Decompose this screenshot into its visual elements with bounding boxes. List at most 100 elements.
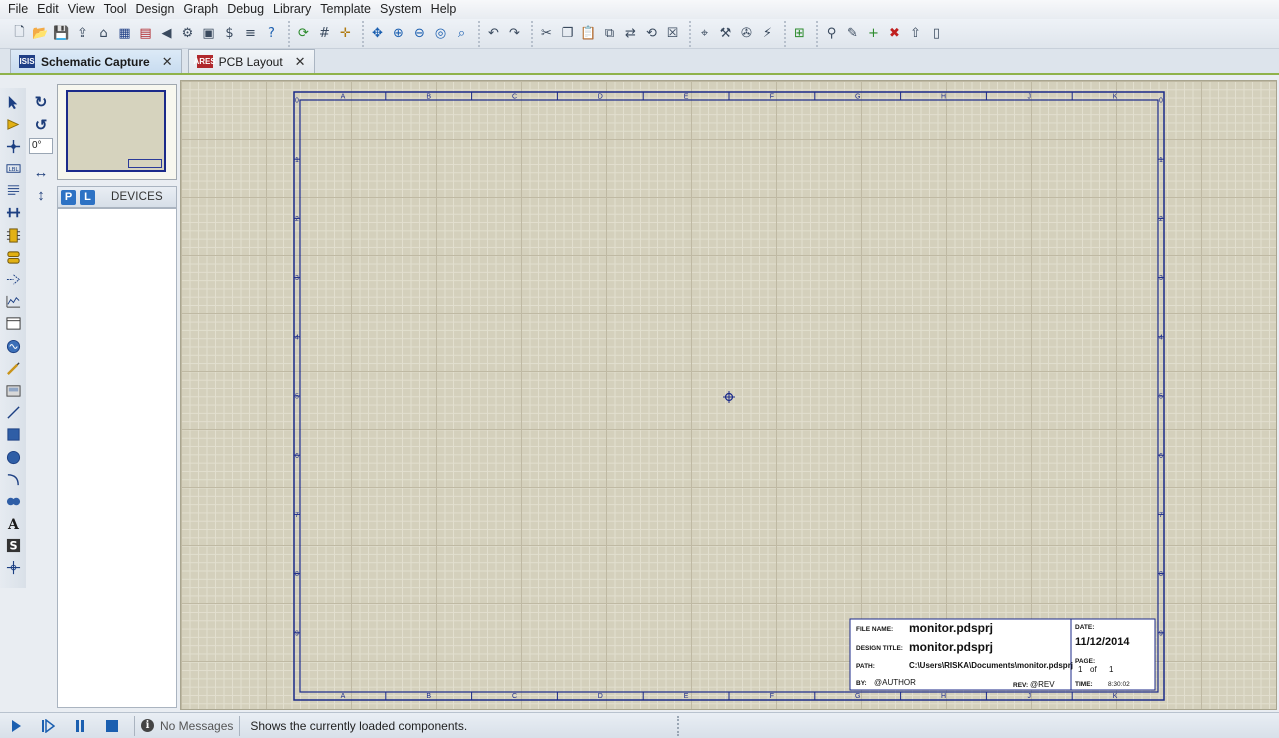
text-mode-button[interactable]: A xyxy=(3,514,23,534)
menu-debug[interactable]: Debug xyxy=(223,0,268,19)
tab-pcb-layout[interactable]: ARES PCB Layout ✕ xyxy=(187,49,315,73)
pick-devices-button[interactable]: P xyxy=(61,189,76,205)
decompose-button[interactable]: ⚡ xyxy=(758,23,778,45)
undo-button[interactable]: ↶ xyxy=(484,23,504,45)
devices-list[interactable] xyxy=(57,208,177,708)
zoom-in-button[interactable]: ⊕ xyxy=(389,23,409,45)
block-delete-button[interactable]: ☒ xyxy=(663,23,683,45)
selection-mode-button[interactable] xyxy=(3,92,23,112)
pick-device-button[interactable]: ⌖ xyxy=(695,23,715,45)
generator-mode-button[interactable] xyxy=(3,336,23,356)
menu-design[interactable]: Design xyxy=(132,0,179,19)
pause-button[interactable] xyxy=(64,715,96,737)
tab-schematic-capture[interactable]: ISIS Schematic Capture ✕ xyxy=(10,49,182,73)
line-mode-button[interactable] xyxy=(3,403,23,423)
close-icon[interactable]: ✕ xyxy=(295,54,306,70)
component-mode-button[interactable] xyxy=(3,114,23,134)
chip-button[interactable]: ▣ xyxy=(199,23,219,45)
voltage-probe-mode-button[interactable] xyxy=(3,358,23,378)
text-script-mode-button[interactable] xyxy=(3,181,23,201)
open-folder-button[interactable]: 📂 xyxy=(31,23,51,45)
package-tool-button[interactable]: ✇ xyxy=(737,23,757,45)
graph-mode-button[interactable] xyxy=(3,292,23,312)
schematic-canvas[interactable]: A A B B C C D D E E F F G G H H J J K K 0 0 1 1 2 2 3 3 4 4 5 5 6 6 7 7 8 8 9 9… xyxy=(180,80,1277,710)
search-button[interactable]: ⚲ xyxy=(822,23,842,45)
zoom-out-button[interactable]: ⊖ xyxy=(410,23,430,45)
block-move-button[interactable]: ⇄ xyxy=(621,23,641,45)
overview-window[interactable] xyxy=(57,84,177,180)
menu-help[interactable]: Help xyxy=(427,0,461,19)
wire-label-mode-button[interactable]: LBL xyxy=(3,159,23,179)
new-file-button[interactable]: 🗋 xyxy=(10,23,30,45)
new-sheet-button[interactable]: + xyxy=(864,23,884,45)
block-rotate-button[interactable]: ⟲ xyxy=(642,23,662,45)
arc-mode-button[interactable] xyxy=(3,469,23,489)
home-button[interactable]: ⌂ xyxy=(94,23,114,45)
row-label-right: 9 xyxy=(1159,630,1163,637)
row-label-left: 9 xyxy=(295,630,299,637)
menu-template[interactable]: Template xyxy=(316,0,375,19)
path-mode-button[interactable] xyxy=(3,491,23,511)
paste-button[interactable]: 📋 xyxy=(579,23,599,45)
remove-sheet-button[interactable]: ✖ xyxy=(885,23,905,45)
row-label-left: 2 xyxy=(295,216,299,223)
stop-button[interactable] xyxy=(96,715,128,737)
bom-button[interactable]: $ xyxy=(220,23,240,45)
zoom-area-button[interactable]: ⌕ xyxy=(452,23,472,45)
isis-button[interactable]: ▦ xyxy=(115,23,135,45)
symbol-mode-button[interactable]: S xyxy=(3,536,23,556)
import-button[interactable]: ⇪ xyxy=(73,23,93,45)
grid-button[interactable]: # xyxy=(315,23,335,45)
import-icon: ⇪ xyxy=(77,26,88,41)
box-mode-button[interactable] xyxy=(3,425,23,445)
mirror-x-button[interactable]: ↔ xyxy=(31,162,51,182)
property-tool-button[interactable]: ✎ xyxy=(843,23,863,45)
make-device-button[interactable]: ⚒ xyxy=(716,23,736,45)
menu-edit[interactable]: Edit xyxy=(33,0,63,19)
cut-button[interactable]: ✂ xyxy=(537,23,557,45)
column-label-bottom: E xyxy=(684,693,689,700)
menu-view[interactable]: View xyxy=(64,0,99,19)
back-button[interactable]: ◀ xyxy=(157,23,177,45)
menu-tool[interactable]: Tool xyxy=(100,0,131,19)
exit-parent-button[interactable]: ⇧ xyxy=(906,23,926,45)
menu-graph[interactable]: Graph xyxy=(179,0,222,19)
marker-mode-button[interactable] xyxy=(3,558,23,578)
wire-autorouter-button[interactable]: ⊞ xyxy=(790,23,810,45)
block-copy-button[interactable]: ⧉ xyxy=(600,23,620,45)
save-button[interactable]: 💾 xyxy=(52,23,72,45)
origin-button[interactable]: ✛ xyxy=(336,23,356,45)
component-button[interactable]: ⚙ xyxy=(178,23,198,45)
close-icon[interactable]: ✕ xyxy=(162,54,173,70)
play-button[interactable] xyxy=(0,715,32,737)
rotate-ccw-icon: ↺ xyxy=(34,117,48,134)
redo-button[interactable]: ↷ xyxy=(505,23,525,45)
step-button[interactable] xyxy=(32,715,64,737)
library-manager-button[interactable]: L xyxy=(80,189,95,205)
file-name-label: FILE NAME: xyxy=(856,626,893,633)
menu-library[interactable]: Library xyxy=(269,0,315,19)
bus-mode-button[interactable] xyxy=(3,203,23,223)
rotate-anticlockwise-button[interactable]: ↺ xyxy=(31,115,51,135)
ares-button[interactable]: ▤ xyxy=(136,23,156,45)
pan-button[interactable]: ✥ xyxy=(368,23,388,45)
refresh-button[interactable]: ⟳ xyxy=(294,23,314,45)
help-button[interactable]: ? xyxy=(262,23,282,45)
junction-mode-button[interactable] xyxy=(3,136,23,156)
menu-file[interactable]: File xyxy=(4,0,32,19)
terminals-mode-button[interactable] xyxy=(3,247,23,267)
circle-mode-button[interactable] xyxy=(3,447,23,467)
netlist-button[interactable]: ≡ xyxy=(241,23,261,45)
message-indicator[interactable]: i No Messages xyxy=(141,719,233,733)
rotation-angle-input[interactable]: 0° xyxy=(29,138,53,154)
menu-system[interactable]: System xyxy=(376,0,426,19)
rotate-clockwise-button[interactable]: ↻ xyxy=(31,92,51,112)
zoom-all-button[interactable]: ◎ xyxy=(431,23,451,45)
report-button[interactable]: ▯ xyxy=(927,23,947,45)
tape-recorder-mode-button[interactable] xyxy=(3,314,23,334)
mirror-y-button[interactable]: ↕ xyxy=(31,185,51,205)
device-pins-mode-button[interactable] xyxy=(3,270,23,290)
copy-button[interactable]: ❐ xyxy=(558,23,578,45)
virtual-instruments-mode-button[interactable] xyxy=(3,380,23,400)
subcircuit-mode-button[interactable] xyxy=(3,225,23,245)
